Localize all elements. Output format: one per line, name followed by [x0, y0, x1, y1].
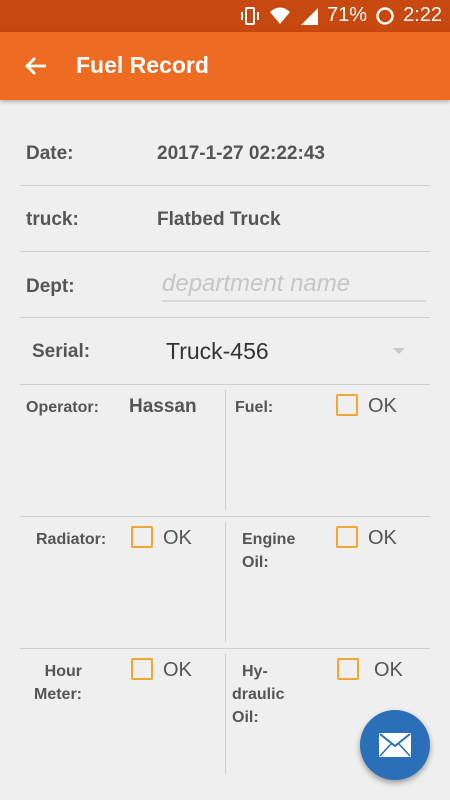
hour-meter-label-line: Hour — [44, 663, 82, 680]
dept-label: Dept: — [26, 276, 75, 297]
engine-oil-checkbox[interactable] — [336, 526, 358, 548]
vibrate-icon — [241, 6, 260, 25]
hydraulic-oil-label: Hy- draulic Oil: — [232, 660, 284, 729]
truck-value: Flatbed Truck — [157, 209, 281, 230]
truck-label: truck: — [26, 209, 79, 230]
divider — [20, 185, 430, 186]
department-input[interactable] — [162, 268, 426, 302]
column-divider — [225, 390, 226, 510]
divider — [20, 384, 430, 385]
divider — [20, 648, 430, 649]
column-divider — [225, 522, 226, 642]
engine-oil-label-line: Engine — [242, 531, 296, 548]
status-bar: 71% 2:22 — [0, 0, 450, 32]
wifi-icon — [270, 7, 291, 24]
battery-percent: 71% — [327, 4, 368, 26]
status-icons: 71% 2:22 — [239, 4, 442, 27]
radiator-label: Radiator: — [36, 531, 107, 548]
divider — [20, 516, 430, 517]
hydraulic-oil-label-line: Hy- — [242, 663, 268, 680]
send-email-button[interactable] — [360, 710, 430, 780]
mail-icon — [379, 733, 411, 757]
serial-label: Serial: — [32, 341, 91, 362]
engine-oil-label: Engine Oil: — [242, 528, 295, 574]
back-arrow-icon[interactable] — [20, 50, 52, 82]
hour-meter-checkbox[interactable] — [131, 658, 153, 680]
battery-icon — [376, 6, 394, 25]
operator-value: Hassan — [129, 396, 197, 417]
operator-label: Operator: — [26, 399, 99, 416]
divider — [20, 251, 430, 252]
date-label: Date: — [26, 143, 74, 164]
column-divider — [225, 654, 226, 774]
hour-meter-ok-text: OK — [163, 659, 192, 681]
hydraulic-oil-ok-text: OK — [374, 659, 403, 681]
date-value: 2017-1-27 02:22:43 — [157, 143, 325, 164]
fuel-checkbox[interactable] — [336, 394, 358, 416]
app-bar: Fuel Record — [0, 32, 450, 100]
hour-meter-label: Hour Meter: — [26, 660, 82, 706]
serial-selected-value: Truck-456 — [166, 338, 269, 364]
radiator-checkbox[interactable] — [131, 526, 153, 548]
clock: 2:22 — [403, 4, 442, 26]
divider — [20, 317, 430, 318]
engine-oil-ok-text: OK — [368, 527, 397, 549]
hydraulic-oil-label-line: draulic — [232, 686, 285, 703]
radiator-ok-text: OK — [163, 527, 192, 549]
dropdown-arrow-icon — [393, 348, 405, 354]
engine-oil-label-line: Oil: — [242, 554, 269, 571]
hydraulic-oil-label-line: Oil: — [232, 709, 259, 726]
fuel-ok-text: OK — [368, 395, 397, 417]
hydraulic-oil-checkbox[interactable] — [337, 658, 359, 680]
page-title: Fuel Record — [76, 52, 209, 78]
fuel-label: Fuel: — [235, 399, 274, 416]
signal-icon — [301, 7, 319, 25]
hour-meter-label-line: Meter: — [33, 686, 82, 703]
